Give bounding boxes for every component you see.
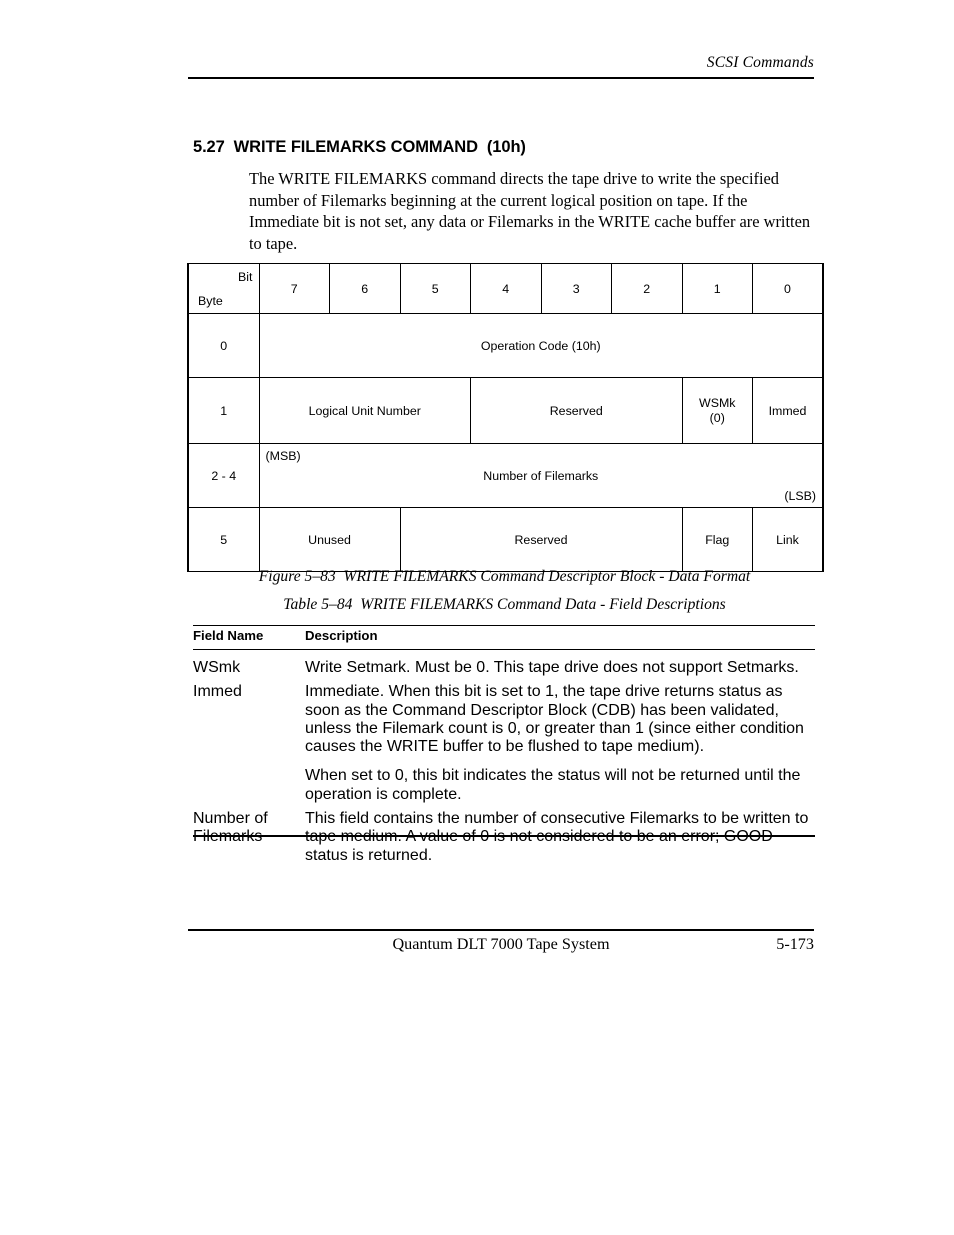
- cdb-field-number-of-filemarks: (MSB) Number of Filemarks (LSB): [258, 443, 824, 508]
- cdb-field-wsmk: WSMk (0): [681, 377, 753, 444]
- cdb-byte-label-1: 1: [187, 377, 260, 444]
- field-description-wsmk: Write Setmark. Must be 0. This tape driv…: [305, 653, 815, 677]
- field-table-top-rule: [193, 625, 815, 627]
- field-description-wsmk-p1: Write Setmark. Must be 0. This tape driv…: [305, 659, 799, 676]
- field-description-immed: Immediate. When this bit is set to 1, th…: [305, 677, 815, 804]
- running-head-rule: [188, 77, 814, 79]
- table-row: Number of Filemarks This field contains …: [193, 804, 815, 865]
- cdb-byte-axis-label: Byte: [198, 294, 223, 308]
- field-name-wsmk: WSmk: [193, 653, 305, 677]
- cdb-row-byte-2-4: 2 - 4 (MSB) Number of Filemarks (LSB): [187, 443, 824, 508]
- field-name-immed: Immed: [193, 677, 305, 804]
- cdb-byte-label-2-4: 2 - 4: [187, 443, 260, 508]
- cdb-field-flag: Flag: [681, 507, 753, 572]
- cdb-field-link: Link: [752, 507, 824, 572]
- table-row: Immed Immediate. When this bit is set to…: [193, 677, 815, 804]
- field-name-number-of-filemarks-line2: Filemarks: [193, 828, 263, 846]
- table-caption: Table 5–84 WRITE FILEMARKS Command Data …: [283, 596, 726, 613]
- cdb-byte-label-0: 0: [187, 313, 260, 378]
- field-name-number-of-filemarks-line1: Number of: [193, 810, 268, 828]
- field-descriptions-table: Field Name Description WSmk Write Setmar…: [193, 628, 815, 865]
- cdb-bit-header-7: 7: [258, 263, 330, 314]
- field-name-immed-text: Immed: [193, 683, 242, 701]
- cdb-bit-header-4: 4: [470, 263, 542, 314]
- cdb-field-number-of-filemarks-label: Number of Filemarks: [483, 468, 599, 483]
- cdb-field-immed: Immed: [752, 377, 824, 444]
- section-heading: 5.27 WRITE FILEMARKS COMMAND (10h): [193, 138, 526, 156]
- field-description-number-of-filemarks: This field contains the number of consec…: [305, 804, 815, 865]
- field-description-immed-p2: When set to 0, this bit indicates the st…: [305, 767, 801, 803]
- cdb-field-wsmk-value: (0): [709, 410, 725, 425]
- cdb-field-reserved-byte5: Reserved: [399, 507, 683, 572]
- cdb-bit-header-3: 3: [540, 263, 612, 314]
- cdb-row-byte-0: 0 Operation Code (10h): [187, 313, 824, 378]
- cdb-bit-header-6: 6: [329, 263, 401, 314]
- field-name-number-of-filemarks: Number of Filemarks: [193, 804, 305, 865]
- document-page: SCSI Commands 5.27 WRITE FILEMARKS COMMA…: [0, 0, 954, 1235]
- cdb-bit-header-5: 5: [399, 263, 471, 314]
- cdb-header-row: Bit Byte 7 6 5 4 3 2 1 0: [187, 263, 824, 314]
- field-name-wsmk-text: WSmk: [193, 659, 241, 676]
- running-head: SCSI Commands: [706, 54, 814, 71]
- cdb-row-byte-5: 5 Unused Reserved Flag Link: [187, 507, 824, 572]
- cdb-bit-header-0: 0: [752, 263, 824, 314]
- field-table-header-row: Field Name Description: [193, 628, 815, 653]
- cdb-field-operation-code: Operation Code (10h): [258, 313, 824, 378]
- cdb-corner-cell: Bit Byte: [187, 263, 260, 314]
- cdb-field-logical-unit-number: Logical Unit Number: [258, 377, 471, 444]
- cdb-field-wsmk-label: WSMk: [699, 395, 736, 410]
- page-number: 5-173: [776, 935, 814, 953]
- field-table-header-field-name: Field Name: [193, 628, 264, 643]
- cdb-bit-header-2: 2: [611, 263, 683, 314]
- cdb-lsb-label: (LSB): [784, 489, 816, 503]
- cdb-field-reserved-byte1: Reserved: [470, 377, 683, 444]
- figure-caption: Figure 5–83 WRITE FILEMARKS Command Desc…: [258, 568, 751, 585]
- field-description-number-of-filemarks-p1: This field contains the number of consec…: [305, 810, 809, 864]
- cdb-format-table: Bit Byte 7 6 5 4 3 2 1 0 0 Operation Cod…: [187, 263, 824, 572]
- cdb-byte-label-5: 5: [187, 507, 260, 572]
- cdb-row-byte-1: 1 Logical Unit Number Reserved WSMk (0) …: [187, 377, 824, 444]
- cdb-bit-header-1: 1: [681, 263, 753, 314]
- cdb-field-unused: Unused: [258, 507, 401, 572]
- field-description-immed-p1: Immediate. When this bit is set to 1, th…: [305, 683, 804, 756]
- cdb-bit-axis-label: Bit: [238, 270, 253, 284]
- cdb-msb-label: (MSB): [265, 449, 301, 463]
- section-intro-paragraph: The WRITE FILEMARKS command directs the …: [249, 169, 811, 253]
- table-row: WSmk Write Setmark. Must be 0. This tape…: [193, 653, 815, 677]
- field-table-header-description: Description: [305, 628, 378, 643]
- footer-rule: [188, 929, 814, 931]
